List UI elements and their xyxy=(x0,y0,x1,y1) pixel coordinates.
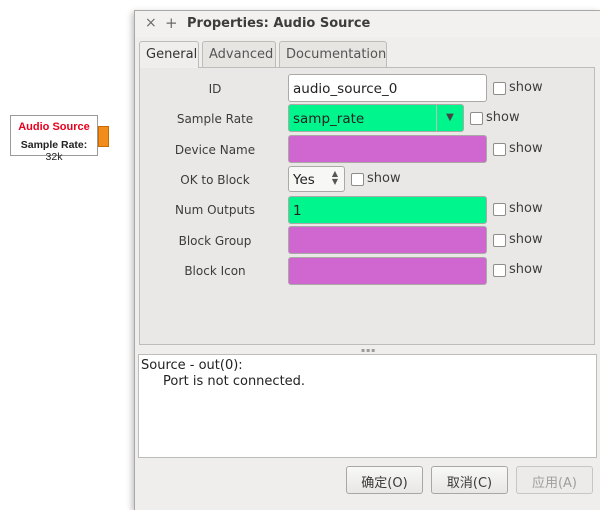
block-icon-show-checkbox[interactable] xyxy=(493,264,506,277)
block-group-field[interactable] xyxy=(288,226,487,254)
sample-rate-combo[interactable]: samp_rate ▼ xyxy=(288,104,464,132)
properties-dialog: × + Properties: Audio Source General Adv… xyxy=(134,10,600,510)
console-line-1: Source - out(0): xyxy=(141,358,243,373)
block-icon-label: Block Icon xyxy=(184,264,246,278)
tab-advanced[interactable]: Advanced xyxy=(202,41,276,67)
num-outputs-label: Num Outputs xyxy=(174,203,256,217)
device-name-show-checkbox[interactable] xyxy=(493,143,506,156)
block-param: Sample Rate: 32k xyxy=(11,139,97,163)
device-name-show-label: show xyxy=(509,141,543,156)
close-icon[interactable]: × xyxy=(145,15,157,31)
message-console: Source - out(0): Port is not connected. xyxy=(138,354,597,458)
num-outputs-field[interactable]: 1 xyxy=(288,196,487,224)
maximize-icon[interactable]: + xyxy=(165,14,178,32)
sample-rate-show-label: show xyxy=(486,110,520,125)
block-icon-show-label: show xyxy=(509,262,543,277)
ok-to-block-spin[interactable]: Yes ▲ ▼ xyxy=(288,166,345,192)
audio-source-block[interactable]: Audio Source Sample Rate: 32k xyxy=(10,115,98,163)
ok-to-block-value: Yes xyxy=(293,172,315,188)
block-param-label: Sample Rate: xyxy=(20,139,88,151)
sample-rate-value: samp_rate xyxy=(293,111,365,127)
sample-rate-label: Sample Rate xyxy=(176,112,254,126)
ok-to-block-label: OK to Block xyxy=(180,173,250,187)
ok-to-block-show-checkbox[interactable] xyxy=(351,173,364,186)
device-name-label: Device Name xyxy=(174,143,256,157)
apply-button[interactable]: 应用(A) xyxy=(516,466,593,494)
block-param-value: 32k xyxy=(45,151,63,163)
tab-documentation[interactable]: Documentation xyxy=(279,41,387,67)
id-field[interactable]: audio_source_0 xyxy=(288,74,487,102)
block-group-label: Block Group xyxy=(178,234,252,248)
pane-resize-grip[interactable]: ▪▪▪ xyxy=(361,347,376,354)
num-outputs-show-label: show xyxy=(509,201,543,216)
ok-button[interactable]: 确定(O) xyxy=(346,466,423,494)
ok-to-block-show-label: show xyxy=(367,171,401,186)
block-group-show-checkbox[interactable] xyxy=(493,234,506,247)
id-show-checkbox[interactable] xyxy=(493,82,506,95)
block-icon-field[interactable] xyxy=(288,257,487,285)
console-line-2: Port is not connected. xyxy=(163,374,306,389)
num-outputs-show-checkbox[interactable] xyxy=(493,203,506,216)
dialog-title: Properties: Audio Source xyxy=(187,16,371,31)
chevron-down-icon[interactable]: ▼ xyxy=(436,105,463,131)
output-port[interactable] xyxy=(98,126,109,147)
block-title: Audio Source xyxy=(18,121,90,133)
id-label: ID xyxy=(208,82,222,96)
sample-rate-show-checkbox[interactable] xyxy=(470,112,483,125)
block-group-show-label: show xyxy=(509,232,543,247)
id-show-label: show xyxy=(509,80,543,95)
general-panel: ID audio_source_0 show Sample Rate samp_… xyxy=(139,67,595,345)
title-bar: × + Properties: Audio Source xyxy=(135,11,600,37)
device-name-field[interactable] xyxy=(288,135,487,163)
tab-general[interactable]: General xyxy=(139,41,199,68)
cancel-button[interactable]: 取消(C) xyxy=(431,466,508,494)
up-down-arrows-icon[interactable]: ▲ ▼ xyxy=(332,170,338,186)
